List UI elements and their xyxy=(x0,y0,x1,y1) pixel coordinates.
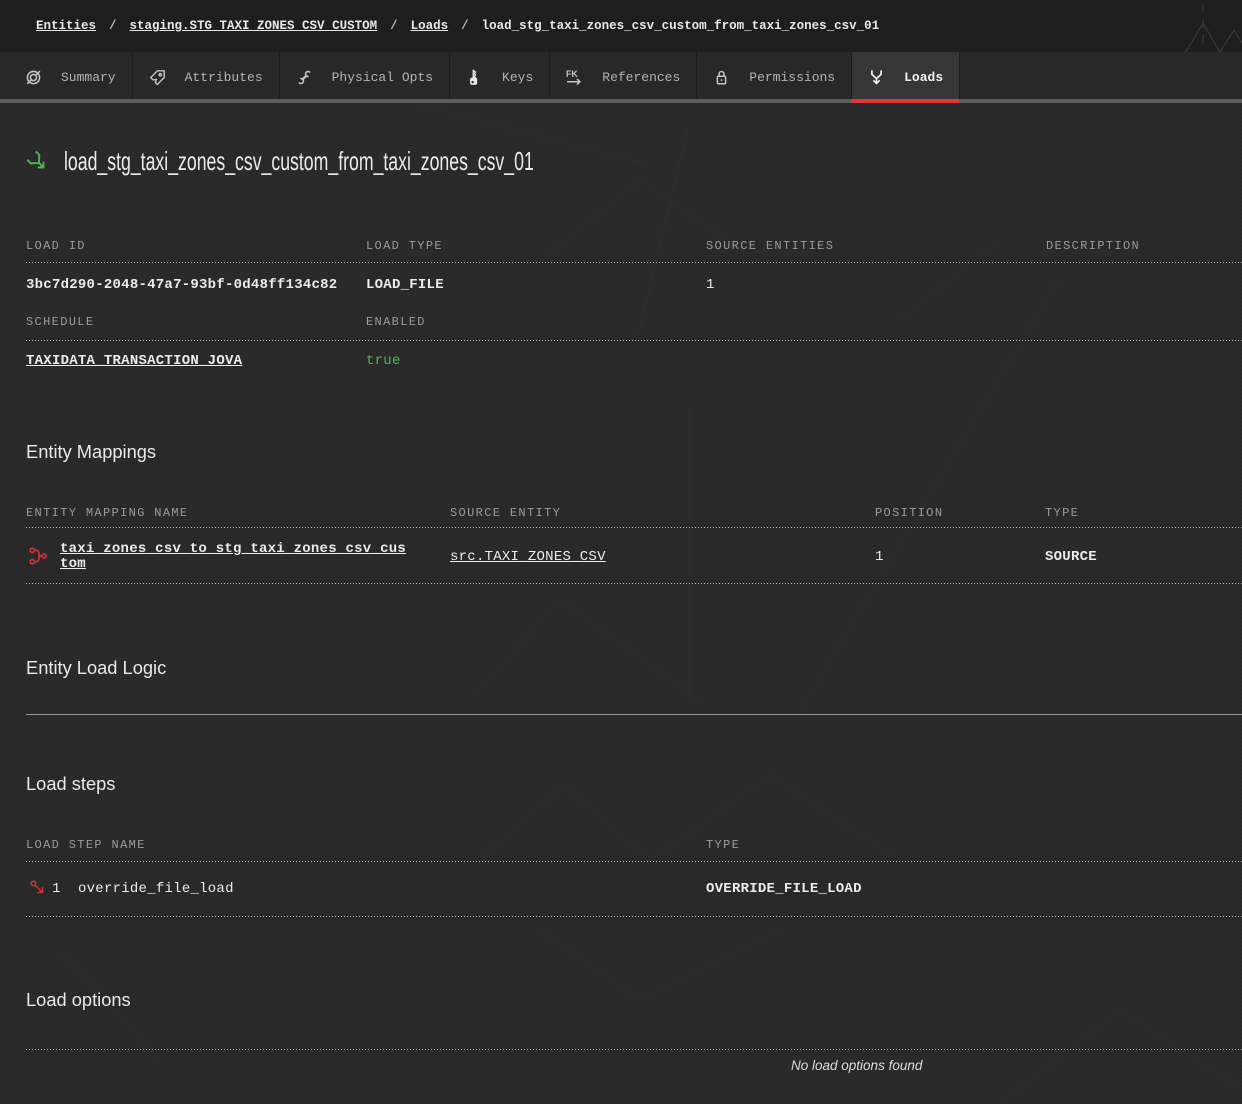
svg-text:FK: FK xyxy=(566,69,578,79)
